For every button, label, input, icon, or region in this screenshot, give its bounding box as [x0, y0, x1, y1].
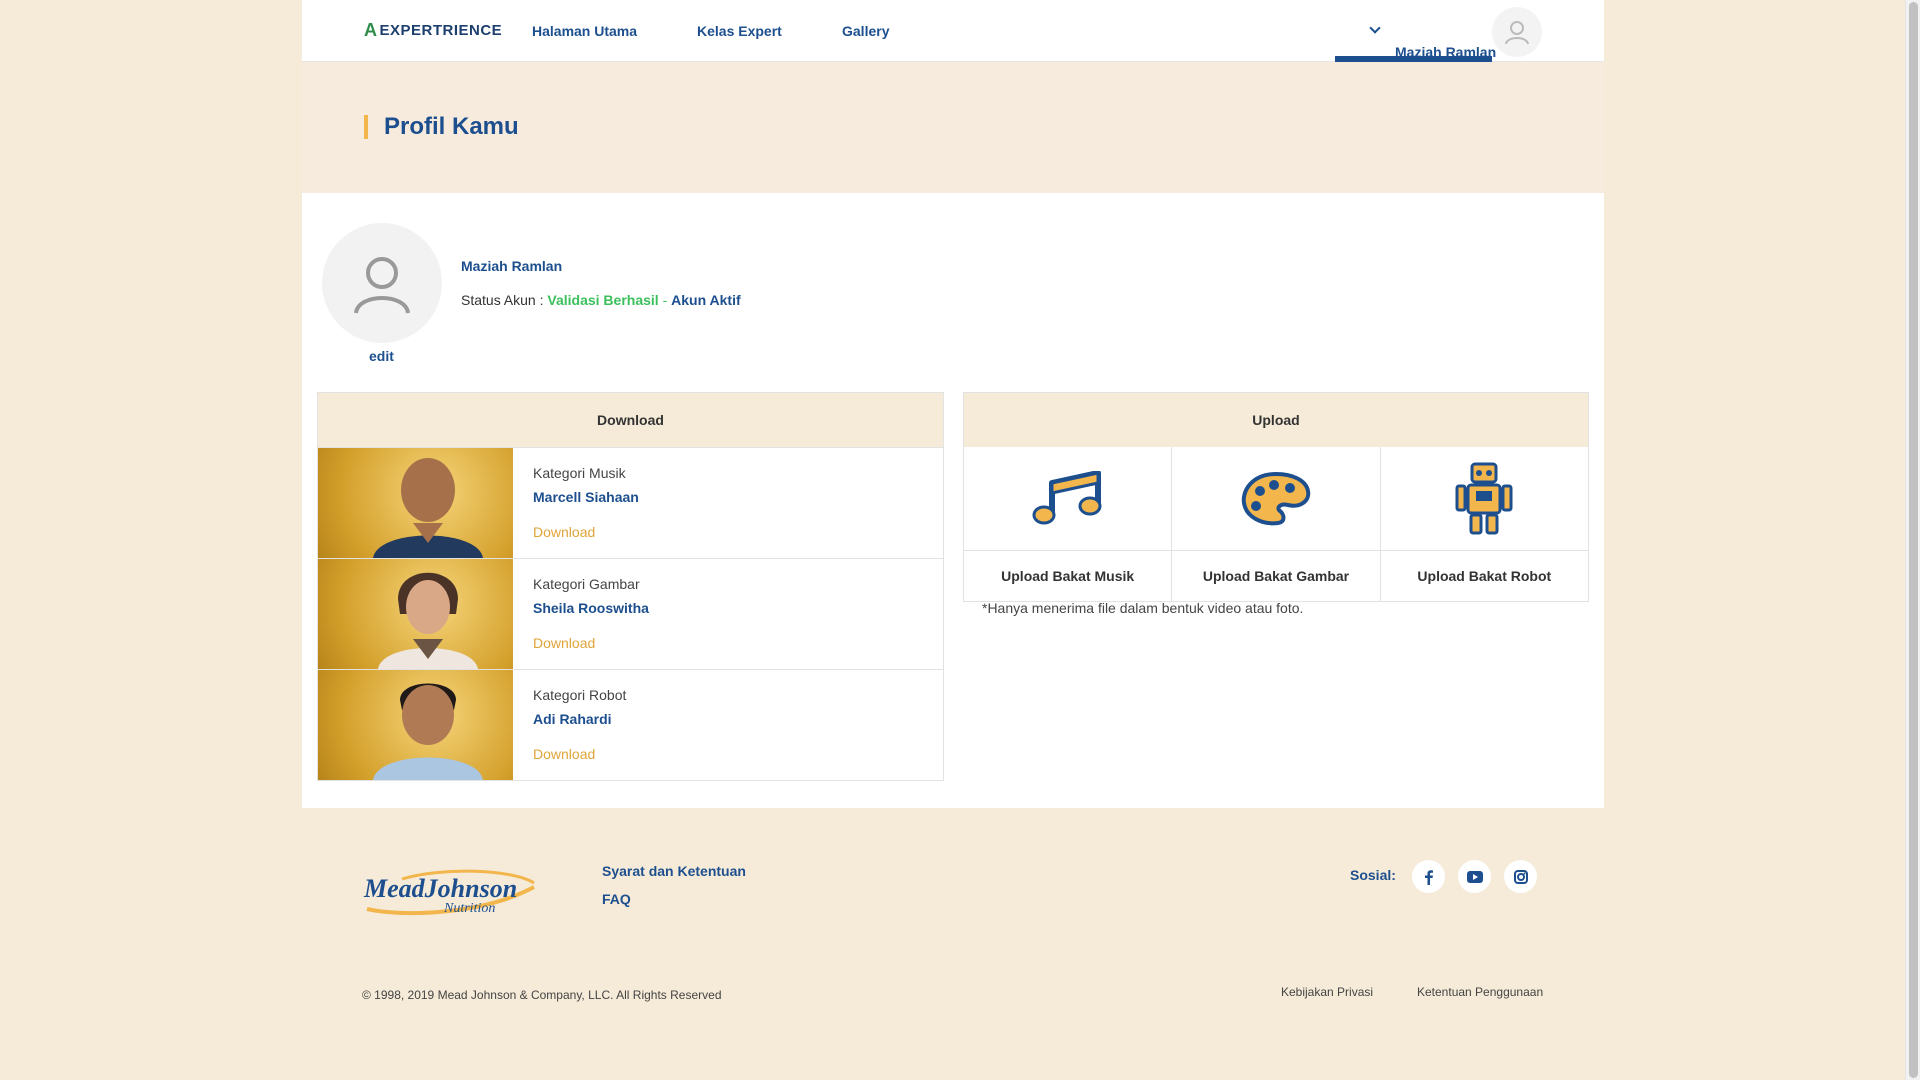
download-link[interactable]: Download: [533, 635, 649, 651]
footer: MeadJohnson Nutrition Syarat dan Ketentu…: [302, 807, 1604, 1080]
profile-content: edit Maziah Ramlan Status Akun : Validas…: [302, 193, 1604, 808]
page: A EXPERTRIENCE Halaman Utama Kelas Exper…: [302, 0, 1604, 808]
mead-johnson-logo[interactable]: MeadJohnson Nutrition: [362, 867, 542, 922]
user-menu-name: Maziah Ramlan: [1395, 44, 1497, 60]
status-label: Status Akun :: [461, 292, 544, 308]
list-item: Kategori Gambar Sheila Rooswitha Downloa…: [318, 558, 943, 669]
page-banner: Profil Kamu: [302, 62, 1604, 193]
terms-of-use-link[interactable]: Ketentuan Penggunaan: [1417, 985, 1543, 999]
privacy-policy-link[interactable]: Kebijakan Privasi: [1281, 985, 1373, 999]
expert-name: Marcell Siahaan: [533, 489, 639, 505]
user-menu-dropdown[interactable]: Maziah Ramlan: [1335, 0, 1496, 62]
expert-photo: [318, 670, 513, 780]
upload-panel: Upload Upload Bakat Musik Upload Bakat G…: [963, 392, 1589, 602]
nav-gallery[interactable]: Gallery: [842, 23, 889, 39]
download-category: Kategori Robot: [533, 687, 627, 703]
expert-name: Adi Rahardi: [533, 711, 612, 727]
scrollbar-thumb[interactable]: [1909, 2, 1918, 1078]
page-scrollbar[interactable]: [1905, 0, 1920, 1080]
profile-avatar[interactable]: [322, 223, 442, 343]
instagram-icon[interactable]: [1504, 860, 1537, 893]
logo-text: EXPERTRIENCE: [379, 22, 503, 39]
download-link[interactable]: Download: [533, 746, 626, 762]
status-separator: -: [662, 292, 668, 308]
user-icon: [1505, 21, 1529, 45]
page-title: Profil Kamu: [364, 115, 519, 139]
paint-palette-icon: [1241, 471, 1311, 525]
expertrience-logo[interactable]: A EXPERTRIENCE: [364, 20, 502, 41]
nav-halaman-utama[interactable]: Halaman Utama: [532, 23, 637, 39]
top-navbar: A EXPERTRIENCE Halaman Utama Kelas Exper…: [302, 0, 1604, 62]
list-item: Kategori Musik Marcell Siahaan Download: [318, 447, 943, 558]
download-category: Kategori Gambar: [533, 576, 640, 592]
status-validated: Validasi Berhasil: [547, 292, 659, 308]
download-header: Download: [318, 393, 943, 447]
logo-mark-icon: A: [364, 20, 378, 40]
chevron-down-icon: [1369, 22, 1381, 34]
youtube-icon[interactable]: [1458, 860, 1491, 893]
terms-link[interactable]: Syarat dan Ketentuan: [602, 863, 746, 879]
expert-name: Sheila Rooswitha: [533, 600, 649, 616]
list-item: Kategori Robot Adi Rahardi Download: [318, 669, 943, 780]
faq-link[interactable]: FAQ: [602, 891, 631, 907]
avatar[interactable]: [1492, 7, 1542, 57]
upload-label: Upload Bakat Robot: [1417, 568, 1552, 584]
upload-label: Upload Bakat Gambar: [1202, 568, 1350, 584]
music-note-icon: [1032, 470, 1102, 524]
svg-text:MeadJohnson: MeadJohnson: [363, 874, 517, 903]
upload-header: Upload: [964, 393, 1588, 447]
facebook-icon[interactable]: [1412, 860, 1445, 893]
profile-name: Maziah Ramlan: [461, 258, 563, 274]
social-label: Sosial:: [1350, 867, 1396, 883]
upload-label: Upload Bakat Musik: [1001, 568, 1135, 584]
download-category: Kategori Musik: [533, 465, 626, 481]
download-link[interactable]: Download: [533, 524, 639, 540]
robot-icon: [1455, 462, 1513, 534]
upload-robot-button[interactable]: Upload Bakat Robot: [1379, 447, 1588, 601]
upload-drawing-button[interactable]: Upload Bakat Gambar: [1171, 447, 1380, 601]
nav-kelas-expert[interactable]: Kelas Expert: [697, 23, 782, 39]
expert-photo: [318, 559, 513, 669]
user-icon: [354, 257, 410, 314]
status-active: Akun Aktif: [671, 292, 741, 308]
upload-music-button[interactable]: Upload Bakat Musik: [964, 447, 1172, 601]
download-panel: Download Kategori Musik Marcell Siahaan …: [317, 392, 944, 781]
svg-text:Nutrition: Nutrition: [443, 901, 495, 916]
copyright-text: © 1998, 2019 Mead Johnson & Company, LLC…: [362, 988, 722, 1002]
upload-note: *Hanya menerima file dalam bentuk video …: [982, 600, 1304, 616]
account-status: Status Akun : Validasi Berhasil - Akun A…: [461, 292, 741, 308]
expert-photo: [318, 448, 513, 558]
edit-profile-link[interactable]: edit: [369, 348, 394, 364]
